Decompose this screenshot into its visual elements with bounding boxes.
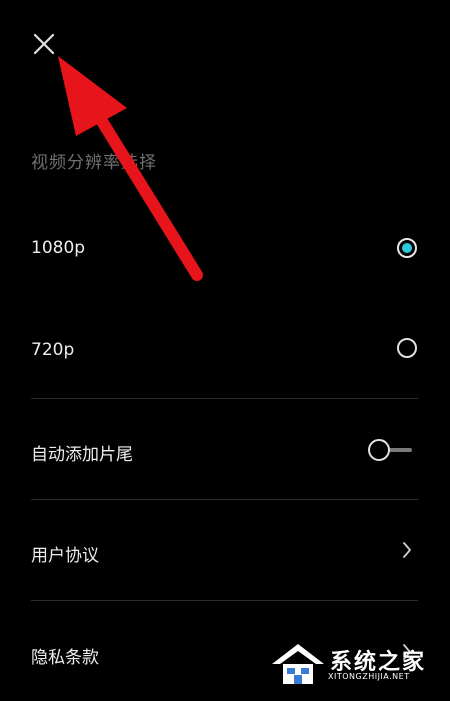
resolution-option-1080p[interactable]: 1080p [0,198,450,298]
radio-dot [402,243,412,253]
close-icon [33,33,55,55]
house-logo-icon [272,644,324,684]
radio-unselected-icon[interactable] [397,338,417,358]
toggle-knob [368,439,390,461]
radio-selected-icon[interactable] [397,238,417,258]
auto-outro-label: 自动添加片尾 [31,445,133,465]
auto-outro-toggle[interactable] [368,439,414,461]
resolution-option-720p[interactable]: 720p [0,298,450,398]
resolution-section-title: 视频分辨率选择 [31,153,157,173]
resolution-option-label: 1080p [31,238,86,258]
user-agreement-label: 用户协议 [31,546,99,566]
user-agreement-row[interactable]: 用户协议 [0,500,450,600]
watermark-logo: 系统之家 XITONGZHIJIA.NET [270,640,442,690]
privacy-policy-label: 隐私条款 [31,648,99,668]
resolution-option-label: 720p [31,340,75,360]
auto-outro-row[interactable]: 自动添加片尾 [0,399,450,499]
watermark-subtitle: XITONGZHIJIA.NET [328,672,410,681]
chevron-right-icon [403,542,411,558]
close-button[interactable] [30,30,58,58]
